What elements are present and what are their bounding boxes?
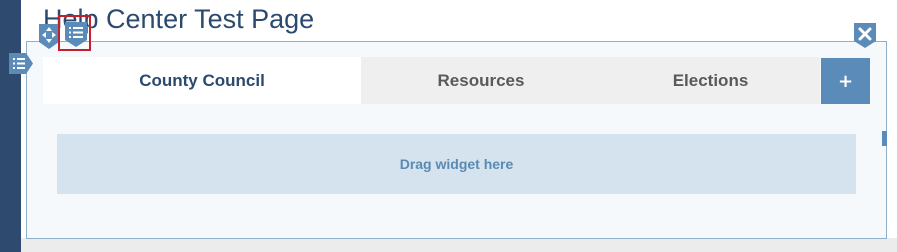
close-icon[interactable] <box>852 21 878 49</box>
tab-county-council[interactable]: County Council <box>43 57 361 104</box>
tab-elections[interactable]: Elections <box>601 57 820 104</box>
resize-handle[interactable] <box>882 131 887 146</box>
drop-zone-label: Drag widget here <box>399 156 514 172</box>
section-list-icon[interactable] <box>7 51 34 76</box>
selection-highlight <box>58 15 91 51</box>
page-background-strip <box>21 238 897 252</box>
tab-resources[interactable]: Resources <box>361 57 601 104</box>
widget-drop-zone[interactable]: Drag widget here <box>57 134 856 194</box>
add-tab-button[interactable]: + <box>821 58 870 104</box>
left-rail <box>0 0 21 252</box>
tab-bar: County Council Resources Elections <box>43 57 820 104</box>
